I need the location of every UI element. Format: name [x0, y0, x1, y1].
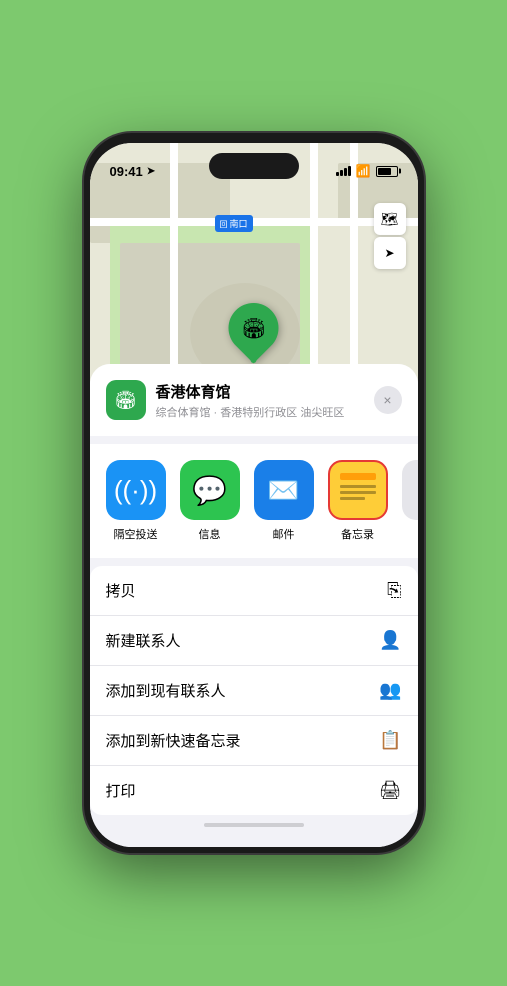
- add-existing-label: 添加到现有联系人: [106, 680, 226, 701]
- person-add-icon: 👥: [379, 680, 401, 701]
- location-arrow-icon: ➤: [147, 166, 155, 177]
- mail-icon-wrap: ✉️: [254, 460, 314, 520]
- print-icon: 🖨: [379, 780, 402, 801]
- action-new-contact[interactable]: 新建联系人 👤: [90, 616, 418, 666]
- close-button[interactable]: ×: [374, 386, 402, 414]
- share-item-mail[interactable]: ✉️ 邮件: [254, 460, 314, 542]
- place-header: 🏟 香港体育馆 综合体育馆 · 香港特别行政区 油尖旺区 ×: [90, 364, 418, 436]
- phone-frame: 09:41 ➤ 📶: [84, 133, 424, 853]
- message-icon-wrap: 💬: [180, 460, 240, 520]
- status-icons: 📶: [336, 164, 398, 178]
- note-icon: 📋: [379, 730, 401, 751]
- notes-app-icon: [335, 467, 381, 513]
- mail-label: 邮件: [273, 526, 295, 542]
- message-label: 信息: [199, 526, 221, 542]
- marker-pin: 🏟: [218, 293, 289, 364]
- place-subtitle: 综合体育馆 · 香港特别行政区 油尖旺区: [156, 404, 364, 420]
- map-road: [90, 218, 418, 226]
- print-label: 打印: [106, 780, 136, 801]
- action-quick-note[interactable]: 添加到新快速备忘录 📋: [90, 716, 418, 766]
- share-row: ((·)) 隔空投送 💬 信息 ✉️ 邮件: [90, 444, 418, 558]
- notes-line: [340, 491, 376, 494]
- copy-label: 拷贝: [106, 580, 136, 601]
- airdrop-icon-wrap: ((·)): [106, 460, 166, 520]
- action-list: 拷贝 ⎘ 新建联系人 👤 添加到现有联系人 👥 添加到新快速备忘录 📋 打印: [90, 566, 418, 815]
- map-label-tag: 回南口: [214, 215, 252, 232]
- share-item-more[interactable]: 提: [402, 460, 418, 542]
- share-item-message[interactable]: 💬 信息: [180, 460, 240, 542]
- stadium-icon: 🏟: [241, 316, 266, 341]
- status-time: 09:41 ➤: [110, 164, 156, 179]
- action-copy[interactable]: 拷贝 ⎘: [90, 566, 418, 616]
- airdrop-label: 隔空投送: [114, 526, 158, 542]
- map-controls: 🗺 ➤: [374, 203, 406, 269]
- phone-screen: 09:41 ➤ 📶: [90, 143, 418, 847]
- share-item-notes[interactable]: 备忘录: [328, 460, 388, 542]
- home-indicator: [204, 823, 304, 827]
- notes-label: 备忘录: [341, 526, 374, 542]
- map-type-button[interactable]: 🗺: [374, 203, 406, 235]
- place-icon: 🏟: [106, 380, 146, 420]
- marker-dot: [251, 357, 257, 363]
- bottom-sheet: 🏟 香港体育馆 综合体育馆 · 香港特别行政区 油尖旺区 × ((·)) 隔空投…: [90, 364, 418, 847]
- mail-icon: ✉️: [267, 475, 299, 506]
- place-info: 香港体育馆 综合体育馆 · 香港特别行政区 油尖旺区: [156, 381, 364, 420]
- action-print[interactable]: 打印 🖨: [90, 766, 418, 815]
- action-add-existing[interactable]: 添加到现有联系人 👥: [90, 666, 418, 716]
- battery-icon: [376, 166, 398, 177]
- dynamic-island: [209, 153, 299, 179]
- location-button[interactable]: ➤: [374, 237, 406, 269]
- more-icon-wrap: [402, 460, 418, 520]
- wifi-icon: 📶: [356, 164, 371, 178]
- notes-icon-wrap: [328, 460, 388, 520]
- marker-pin-container: 🏟: [229, 303, 279, 363]
- signal-bars: [336, 166, 351, 176]
- quick-note-label: 添加到新快速备忘录: [106, 730, 241, 751]
- message-icon: 💬: [192, 474, 227, 507]
- place-name: 香港体育馆: [156, 381, 364, 402]
- share-item-airdrop[interactable]: ((·)) 隔空投送: [106, 460, 166, 542]
- person-icon: 👤: [379, 630, 401, 651]
- new-contact-label: 新建联系人: [106, 630, 181, 651]
- notes-line: [340, 497, 365, 500]
- notes-header-bar: [340, 473, 376, 480]
- battery-fill: [378, 168, 392, 175]
- copy-icon: ⎘: [387, 580, 401, 601]
- airdrop-icon: ((·)): [114, 475, 157, 506]
- notes-line: [340, 485, 376, 488]
